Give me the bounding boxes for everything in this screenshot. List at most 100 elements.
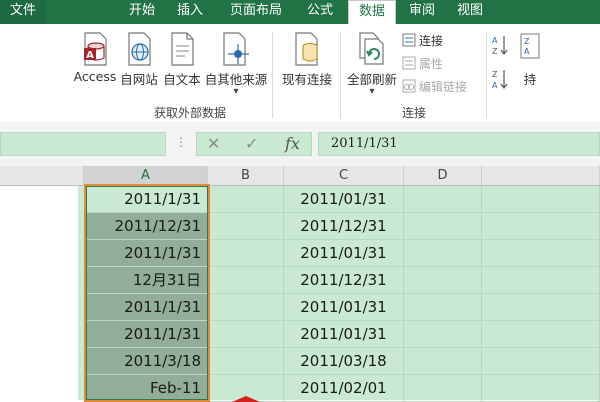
cell-a4[interactable]: 12月31日 [84, 267, 208, 294]
cell-e8[interactable] [482, 375, 600, 402]
svg-text:A: A [86, 50, 94, 61]
cell-d1[interactable] [404, 186, 482, 213]
cell-b6[interactable] [208, 321, 284, 348]
connections-button[interactable]: 连接 [402, 32, 443, 50]
cell-a2[interactable]: 2011/12/31 [84, 213, 208, 240]
column-header-b[interactable]: B [208, 166, 284, 186]
from-other-sources-button[interactable]: 自其他来源 ▾ [204, 28, 268, 108]
from-web-label: 自网站 [120, 72, 158, 87]
cell-c3[interactable]: 2011/01/31 [284, 240, 404, 267]
cell-e5[interactable] [482, 294, 600, 321]
cell-d4[interactable] [404, 267, 482, 294]
chevron-down-icon: ▾ [369, 86, 375, 97]
enter-check-icon[interactable]: ✓ [245, 134, 258, 153]
group-label-connections: 连接 [402, 106, 427, 120]
cell-b4[interactable] [208, 267, 284, 294]
cell-d7[interactable] [404, 348, 482, 375]
cell-a7[interactable]: 2011/3/18 [84, 348, 208, 375]
cell-e4[interactable] [482, 267, 600, 294]
cell-a3[interactable]: 2011/1/31 [84, 240, 208, 267]
tab-review[interactable]: 审阅 [398, 0, 446, 24]
tab-home[interactable]: 开始 [118, 0, 166, 24]
ribbon-data: A Access 自网站 自文本 自其他来源 ▾ 获取外部数据 现有连接 全部刷… [0, 24, 600, 123]
cell-c2[interactable]: 2011/12/31 [284, 213, 404, 240]
cell-a6[interactable]: 2011/1/31 [84, 321, 208, 348]
cell-b1[interactable] [208, 186, 284, 213]
cell-a8[interactable]: Feb-11 [84, 375, 208, 402]
cell-b7[interactable] [208, 348, 284, 375]
edit-links-icon [402, 79, 416, 96]
cell-d2[interactable] [404, 213, 482, 240]
properties-icon [402, 56, 416, 73]
cell-e1[interactable] [482, 186, 600, 213]
cell-d3[interactable] [404, 240, 482, 267]
sort-button[interactable]: Z A 持 [510, 28, 550, 108]
cell-b5[interactable] [208, 294, 284, 321]
tab-data[interactable]: 数据 [348, 0, 396, 24]
sort-ascending-icon: A Z [492, 34, 508, 59]
ribbon-tab-bar: 文件 开始 插入 页面布局 公式 数据 审阅 视图 [0, 0, 600, 24]
corner-select-all[interactable] [0, 166, 84, 186]
tab-file[interactable]: 文件 [0, 0, 46, 24]
column-header-c[interactable]: C [284, 166, 404, 186]
cell-e3[interactable] [482, 240, 600, 267]
annotation-arrow-icon [232, 396, 260, 402]
cancel-icon[interactable]: ✕ [207, 134, 220, 153]
ribbon-separator [486, 32, 487, 118]
access-database-icon: A [82, 32, 108, 70]
tab-view[interactable]: 视图 [446, 0, 494, 24]
name-box[interactable] [0, 132, 166, 156]
cell-c1[interactable]: 2011/01/31 [284, 186, 404, 213]
properties-label: 属性 [419, 57, 444, 71]
formula-input[interactable]: 2011/1/31 [318, 132, 600, 156]
cell-e7[interactable] [482, 348, 600, 375]
svg-text:A: A [492, 36, 498, 45]
cell-c6[interactable]: 2011/01/31 [284, 321, 404, 348]
sort-label: 持 [523, 72, 537, 87]
cell-b3[interactable] [208, 240, 284, 267]
svg-text:Z: Z [492, 70, 498, 79]
worksheet-grid: A B C D 2011/1/31 2011/01/31 2011/12/31 … [0, 166, 600, 402]
ribbon-separator [272, 32, 273, 118]
column-header-e[interactable] [482, 166, 600, 186]
group-label-external-data: 获取外部数据 [154, 106, 227, 120]
cell-d8[interactable] [404, 375, 482, 402]
formula-bar-grip[interactable]: ⋮ [175, 135, 187, 149]
cell-b2[interactable] [208, 213, 284, 240]
refresh-all-icon [357, 32, 387, 70]
cell-d6[interactable] [404, 321, 482, 348]
cell-c8[interactable]: 2011/02/01 [284, 375, 404, 402]
cell-e6[interactable] [482, 321, 600, 348]
text-file-icon [169, 32, 195, 70]
existing-connections-button[interactable]: 现有连接 [278, 28, 336, 108]
sort-ascending-button[interactable]: A Z [492, 34, 511, 59]
tab-page-layout[interactable]: 页面布局 [218, 0, 294, 24]
cell-a1[interactable]: 2011/1/31 [84, 186, 208, 213]
insert-function-button[interactable]: fx [285, 134, 300, 153]
access-label: Access [73, 69, 117, 84]
formula-tools: ✕ ✓ fx [196, 132, 312, 156]
edit-links-button[interactable]: 编辑链接 [402, 78, 467, 96]
cell-c7[interactable]: 2011/03/18 [284, 348, 404, 375]
from-web-button[interactable]: 自网站 [118, 28, 160, 108]
refresh-all-button[interactable]: 全部刷新 ▾ [344, 28, 400, 108]
sort-descending-button[interactable]: Z A [492, 68, 511, 93]
ribbon-separator [340, 32, 341, 118]
row-header-strip [0, 186, 78, 400]
column-header-a[interactable]: A [84, 166, 208, 186]
properties-button[interactable]: 属性 [402, 55, 443, 73]
cell-e2[interactable] [482, 213, 600, 240]
tab-insert[interactable]: 插入 [166, 0, 214, 24]
column-header-d[interactable]: D [404, 166, 482, 186]
other-sources-icon [221, 32, 251, 70]
chevron-down-icon: ▾ [233, 86, 239, 97]
cell-c5[interactable]: 2011/01/31 [284, 294, 404, 321]
from-text-button[interactable]: 自文本 [160, 28, 204, 108]
svg-text:Z: Z [524, 37, 530, 46]
cell-a5[interactable]: 2011/1/31 [84, 294, 208, 321]
access-button[interactable]: A Access [72, 28, 118, 108]
tab-formulas[interactable]: 公式 [296, 0, 344, 24]
cell-d5[interactable] [404, 294, 482, 321]
sort-descending-icon: Z A [492, 68, 508, 93]
cell-c4[interactable]: 2011/12/31 [284, 267, 404, 294]
